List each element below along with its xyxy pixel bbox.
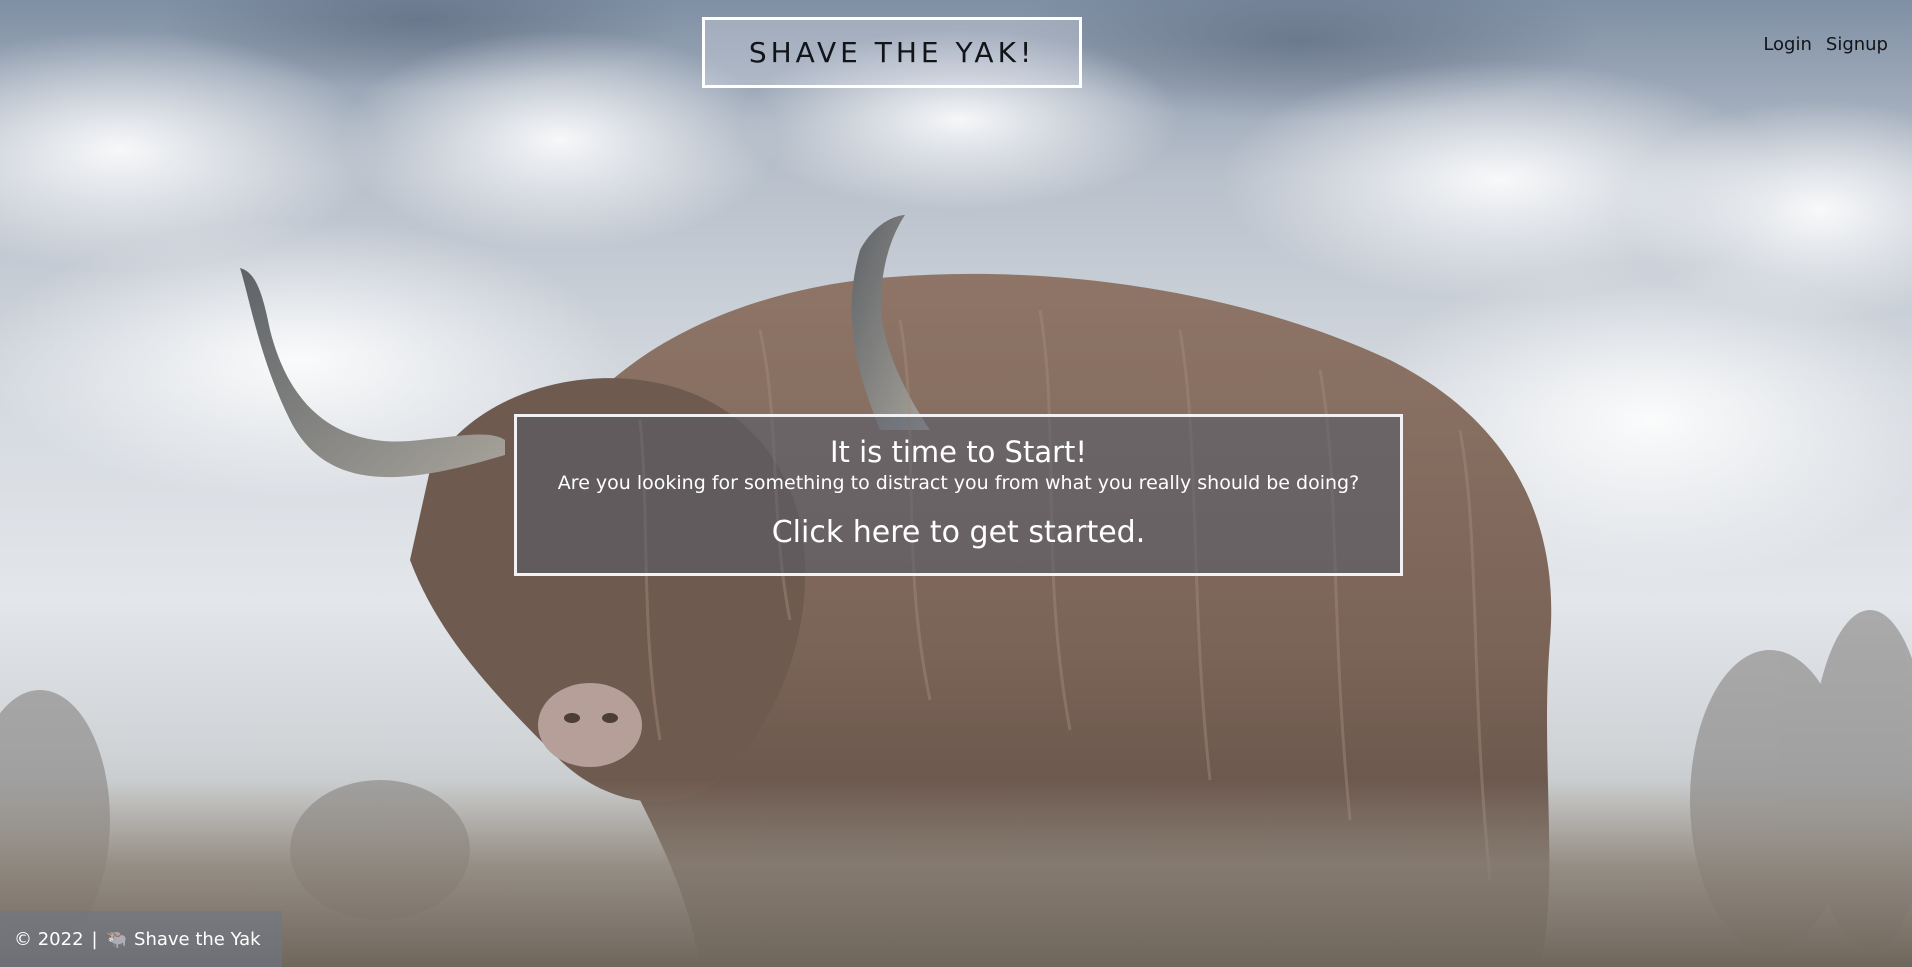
footer-site-name[interactable]: Shave the Yak bbox=[134, 929, 261, 950]
footer: © 2022 | 🐃 Shave the Yak bbox=[0, 911, 282, 967]
signup-link[interactable]: Signup bbox=[1826, 34, 1888, 55]
site-title[interactable]: SHAVE THE YAK! bbox=[749, 36, 1035, 69]
hero-subheading: Are you looking for something to distrac… bbox=[557, 472, 1360, 494]
hero-heading: It is time to Start! bbox=[829, 435, 1088, 469]
auth-nav: Login Signup bbox=[1763, 34, 1888, 55]
get-started-link[interactable]: Click here to get started. bbox=[772, 515, 1146, 550]
yak-icon: 🐃 bbox=[105, 928, 129, 950]
login-link[interactable]: Login bbox=[1763, 34, 1812, 55]
page: SHAVE THE YAK! Login Signup It is time t… bbox=[0, 0, 1912, 967]
footer-separator: | bbox=[91, 928, 98, 950]
hero-card: It is time to Start! Are you looking for… bbox=[514, 414, 1403, 576]
copyright-text: © 2022 bbox=[14, 928, 84, 950]
site-brand-box[interactable]: SHAVE THE YAK! bbox=[702, 17, 1082, 88]
